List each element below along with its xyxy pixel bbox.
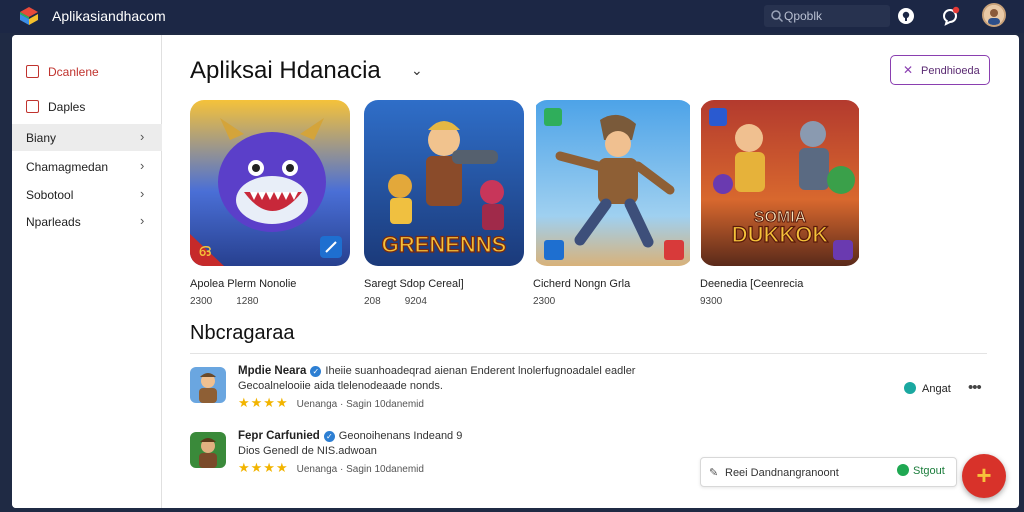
bookmark-icon	[26, 65, 39, 78]
review-extra: Sagin 10danemid	[346, 464, 424, 475]
sidebar-item-daples[interactable]: Daples	[12, 93, 162, 121]
chevron-down-icon[interactable]: ⌄	[411, 62, 423, 79]
chevron-right-icon: ›	[140, 129, 145, 144]
review-meta: ★★★★ Uenanga · Sagin 10danemid	[238, 395, 424, 410]
review-rating-label: Uenanga	[296, 464, 338, 475]
app-meta: 9300	[700, 296, 746, 307]
chevron-right-icon: ›	[140, 213, 145, 228]
sidebar: Dcanlene Daples Biany › Chamagmedan › So…	[12, 35, 162, 508]
help-icon[interactable]	[897, 7, 915, 25]
main-content: Apliksai Hdanacia ⌄ ✕ Pendhioeda ഒ Apole…	[162, 35, 1019, 508]
app-thumbnail-adventurer	[536, 100, 690, 266]
sidebar-item-sobotool[interactable]: Sobotool ›	[12, 181, 162, 208]
user-avatar-image	[984, 5, 1004, 25]
app-title: Aplikasiandhacom	[52, 8, 166, 24]
search-box[interactable]	[764, 5, 890, 27]
sidebar-item-biany[interactable]: Biany ›	[12, 124, 162, 151]
sidebar-item-label: Daples	[48, 100, 86, 114]
review-text-2: Dios Genedl de NIS.adwoan	[238, 445, 377, 457]
section-title: Nbcragaraa	[190, 322, 295, 344]
reviewer-name: Fepr Carfunied	[238, 430, 320, 442]
app-stat: 208	[364, 296, 381, 307]
send-icon	[897, 464, 909, 476]
app-stat: 9204	[404, 296, 427, 307]
user-avatar[interactable]	[982, 3, 1006, 27]
review-text: Geonoihenans Indeand 9	[338, 430, 463, 442]
app-stat: 1280	[236, 296, 259, 307]
close-icon: ✕	[903, 63, 914, 77]
reply-icon	[904, 382, 916, 394]
sidebar-item-label: Sobotool	[26, 188, 74, 202]
more-options-icon[interactable]: •••	[968, 379, 982, 396]
app-thumbnail-shark: ഒ	[190, 100, 350, 266]
app-logo-icon	[20, 7, 38, 25]
angat-button[interactable]: Angat	[904, 382, 951, 395]
app-name: Deenedia [Ceenrecia	[700, 278, 804, 290]
app-name: Cicherd Nongn Grla	[533, 278, 631, 290]
add-fab-button[interactable]: +	[962, 454, 1006, 498]
send-button-label: Stgout	[913, 465, 945, 477]
review-item: Mpdie Neara ✓ Iheiie suanhoadeqrad aienan …	[190, 365, 950, 415]
review-header: Fepr Carfunied ✓ Geonoihenans Indeand 9	[238, 430, 462, 442]
thumbnail-title-text: GRENENNS	[382, 232, 507, 257]
sidebar-item-nparleads[interactable]: Nparleads ›	[12, 208, 162, 235]
verified-icon: ✓	[323, 431, 335, 442]
search-input[interactable]	[784, 7, 884, 25]
app-thumbnail-heroes: GRENENNS	[364, 100, 524, 266]
review-extra: Sagin 10danemid	[346, 399, 424, 410]
divider	[190, 353, 987, 354]
app-thumbnail-battle: SOMIA DUKKOK	[701, 100, 859, 266]
review-meta: ★★★★ Uenanga · Sagin 10danemid	[238, 460, 424, 475]
send-button[interactable]: Stgout	[897, 464, 945, 477]
notification-icon[interactable]	[940, 6, 960, 26]
sidebar-item-chamagmedan[interactable]: Chamagmedan ›	[12, 153, 162, 180]
pendhioeda-button[interactable]: ✕ Pendhioeda	[890, 55, 990, 85]
review-rating-label: Uenanga	[296, 399, 338, 410]
app-meta: 2300 1280	[190, 296, 283, 307]
chevron-right-icon: ›	[140, 186, 145, 201]
app-name: Saregt Sdop Cereal]	[364, 278, 464, 290]
search-icon	[771, 10, 784, 23]
app-meta: 2300	[533, 296, 579, 307]
app-window: Dcanlene Daples Biany › Chamagmedan › So…	[12, 35, 1019, 508]
plus-icon: +	[976, 460, 992, 490]
review-text-2: Gecoalnelooiie aida tlelenodeaade nonds.	[238, 380, 443, 392]
compose-box[interactable]: ✎ Stgout	[700, 457, 957, 487]
app-stat: 2300	[533, 296, 556, 307]
star-rating-icon: ★★★★	[238, 395, 289, 410]
review-header: Mpdie Neara ✓ Iheiie suanhoadeqrad aienan …	[238, 365, 635, 377]
thumbnail-title-text: DUKKOK	[732, 222, 829, 247]
square-icon	[26, 100, 39, 113]
sidebar-item-dcanlene[interactable]: Dcanlene	[12, 58, 162, 86]
chevron-right-icon: ›	[140, 158, 145, 173]
angat-button-label: Angat	[922, 383, 951, 395]
app-name: Apolea Plerm Nonolie	[190, 278, 297, 290]
app-meta: 208 9204	[364, 296, 451, 307]
sidebar-item-label: Chamagmedan	[26, 160, 109, 174]
reviewer-avatar	[190, 367, 226, 403]
svg-text:ഒ: ഒ	[198, 240, 211, 260]
verified-icon: ✓	[310, 366, 322, 377]
app-stat: 2300	[190, 296, 213, 307]
compose-input[interactable]	[725, 464, 875, 482]
page-title: Apliksai Hdanacia	[190, 57, 381, 84]
reviewer-name: Mpdie Neara	[238, 365, 307, 377]
top-bar: Aplikasiandhacom	[0, 0, 1024, 33]
app-stat: 9300	[700, 296, 723, 307]
sidebar-item-label: Dcanlene	[48, 65, 99, 79]
star-rating-icon: ★★★★	[238, 460, 289, 475]
review-text: Iheiie suanhoadeqrad aienan Enderent lno…	[325, 365, 636, 377]
sidebar-item-label: Nparleads	[26, 215, 81, 229]
pencil-icon: ✎	[709, 467, 719, 479]
pendhioeda-button-label: Pendhioeda	[921, 65, 980, 77]
reviewer-avatar	[190, 432, 226, 468]
sidebar-item-label: Biany	[26, 131, 57, 145]
